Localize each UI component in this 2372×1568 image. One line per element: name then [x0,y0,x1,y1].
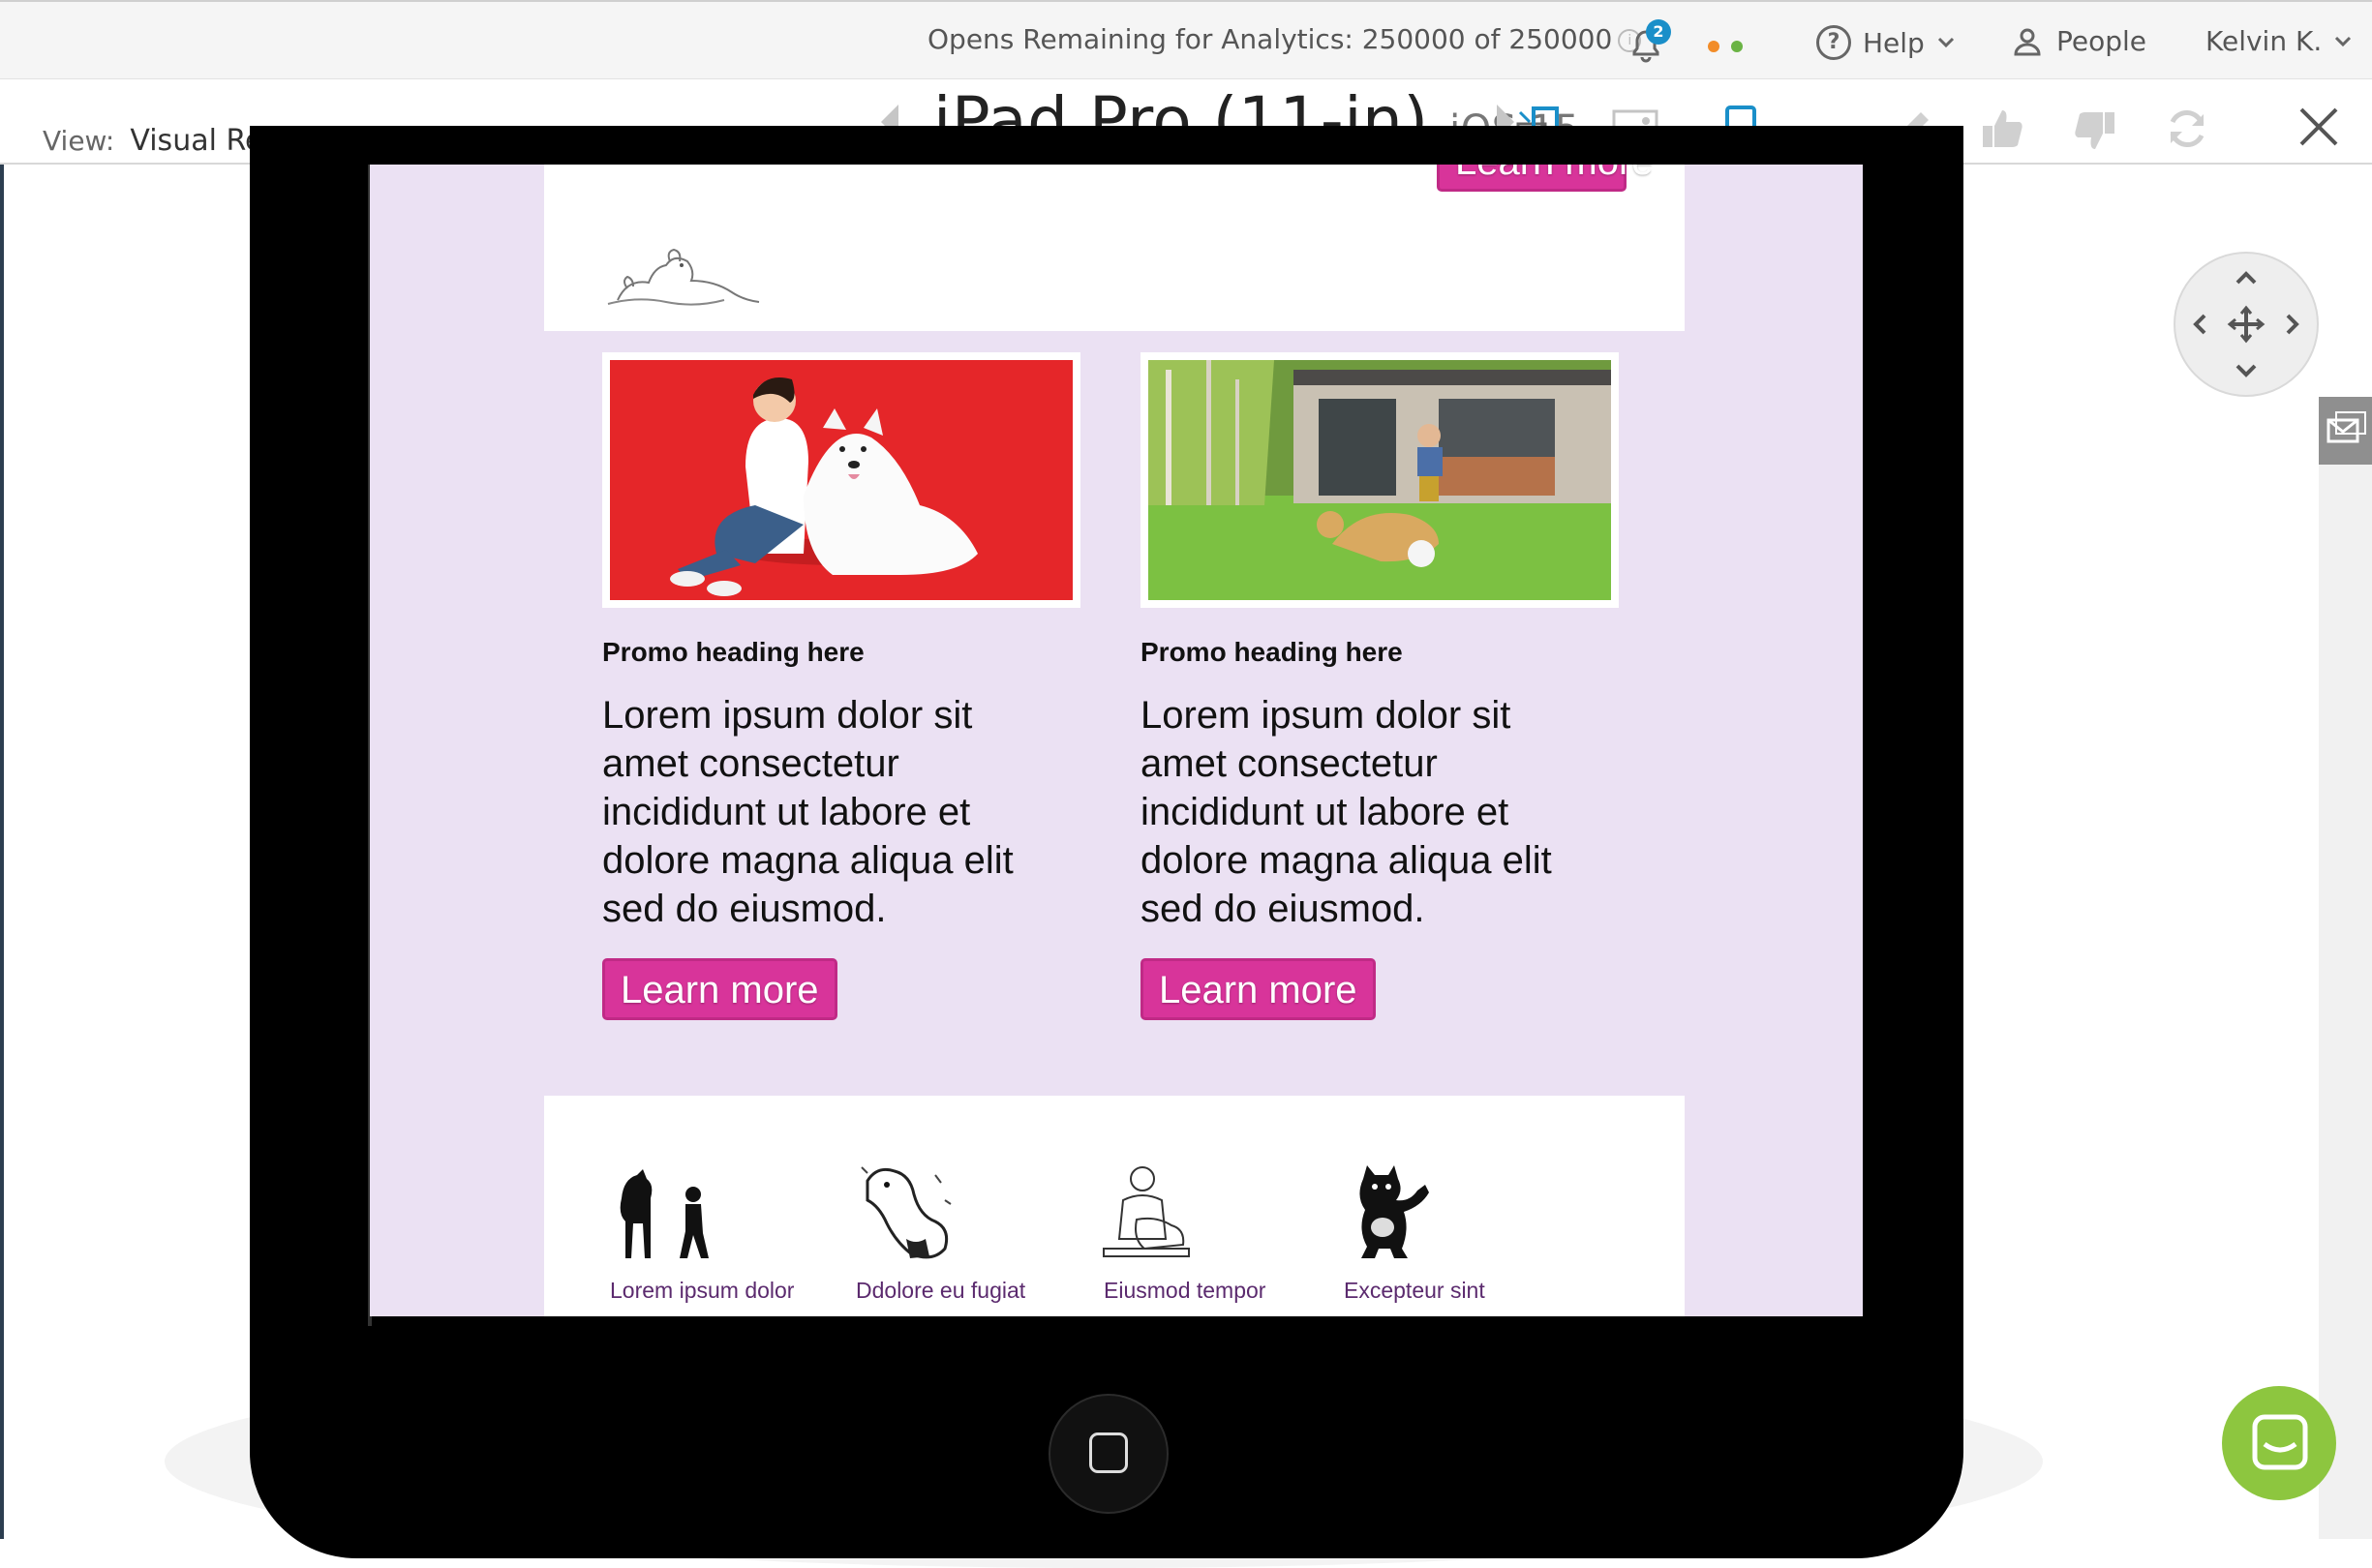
dog-sketch-icon [858,1161,955,1272]
chevron-down-icon [1937,37,1954,48]
view-label: View: [43,125,115,157]
promo-2-learn-more-button[interactable]: Learn more [1140,958,1376,1020]
thumbs-up-icon[interactable] [1979,106,2025,155]
promo-2-heading: Promo heading here [1140,637,1403,667]
email-body: Learn more [544,165,1685,1316]
icon-label-1: Lorem ipsum dolor [610,1278,795,1303]
left-edge-strip [0,165,4,1539]
help-menu[interactable]: ? Help [1816,25,1956,60]
promo-1-image [602,352,1080,608]
device-screen: Learn more [370,165,1863,1316]
help-question-icon: ? [1816,25,1851,60]
top-bar: Opens Remaining for Analytics: 250000 of… [0,0,2372,79]
people-menu[interactable]: People [2012,25,2146,57]
side-panel-strip [2319,397,2372,1539]
pan-control[interactable] [2174,252,2319,397]
people-label: People [2056,25,2147,57]
analytics-opens-label: Opens Remaining for Analytics: 250000 of… [928,23,1613,55]
icon-label-2: Ddolore eu fugiat [856,1278,1026,1303]
person-icon [2014,28,2041,55]
chat-launcher-button[interactable] [2222,1386,2336,1500]
email-preview-icon [2326,411,2366,443]
status-dot-green [1731,41,1743,52]
dog-and-child-icon [610,1165,716,1272]
user-menu[interactable]: Kelvin K. [2205,25,2353,57]
close-icon[interactable] [2296,105,2341,153]
analytics-opens-text: Opens Remaining for Analytics: 250000 of… [928,23,1642,55]
vet-with-pet-icon [1098,1161,1195,1272]
icon-label-4: Excepteur sint [1344,1278,1485,1303]
status-dot-orange [1708,41,1719,52]
promo-section: Promo heading here Lorem ipsum dolor sit… [544,331,1685,1096]
thumbs-down-icon[interactable] [2072,108,2118,157]
cat-silhouette-icon [1340,1161,1437,1272]
side-panel-tab[interactable] [2319,397,2372,465]
icon-label-3: Eiusmod tempor [1104,1278,1266,1303]
refresh-icon[interactable] [2165,106,2209,155]
help-label: Help [1863,26,1925,59]
promo-1-heading: Promo heading here [602,637,865,667]
chat-icon [2252,1414,2308,1470]
home-button [1049,1394,1169,1514]
notification-badge: 2 [1646,19,1671,45]
top-learn-more-button[interactable]: Learn more [1437,165,1654,192]
pet-logo-image [598,232,763,314]
chevron-down-icon [2335,36,2352,46]
promo-2-image [1140,352,1619,608]
home-square-icon [1089,1432,1128,1473]
user-name: Kelvin K. [2205,25,2323,57]
promo-1-body: Lorem ipsum dolor sit amet consectetur i… [602,694,1014,930]
promo-2-body: Lorem ipsum dolor sit amet consectetur i… [1140,694,1552,930]
promo-1-learn-more-button[interactable]: Learn more [602,958,837,1020]
